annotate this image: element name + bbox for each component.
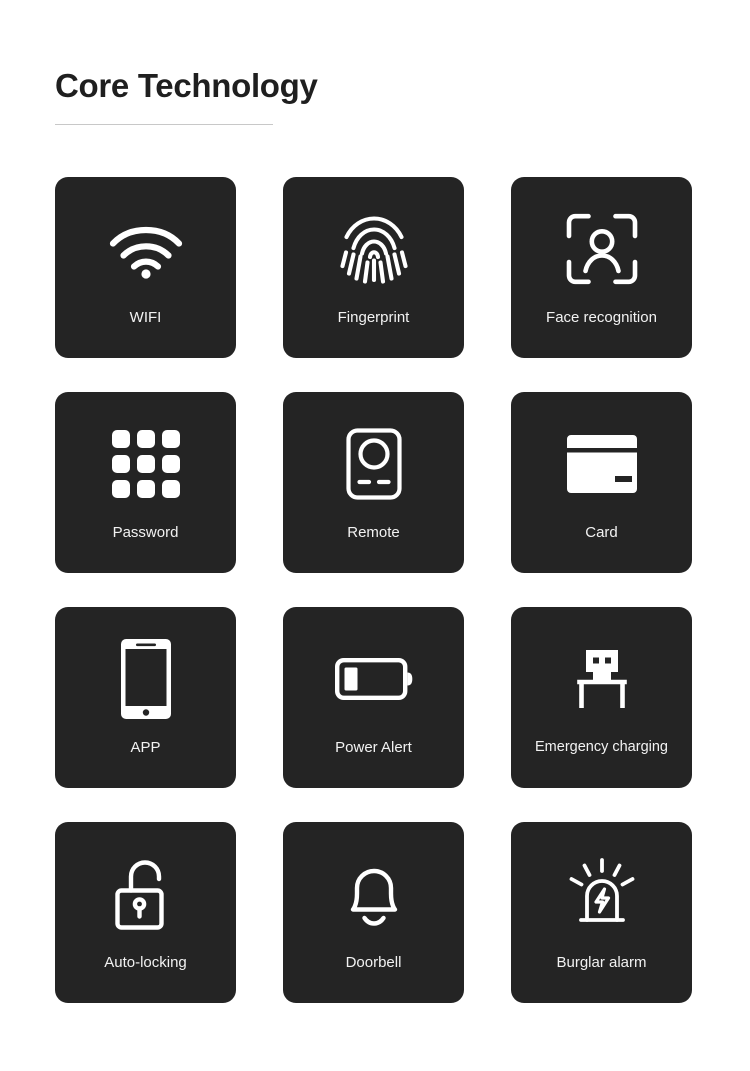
feature-label: Doorbell	[345, 954, 402, 971]
feature-tile-card[interactable]: Card	[511, 392, 692, 573]
feature-tile-app[interactable]: APP	[55, 607, 236, 788]
feature-tile-wifi[interactable]: WIFI	[55, 177, 236, 358]
feature-tile-password[interactable]: Password	[55, 392, 236, 573]
feature-label: Password	[112, 524, 179, 541]
title-divider	[55, 124, 273, 126]
bell-icon	[283, 844, 464, 944]
remote-control-icon	[283, 414, 464, 514]
page-title: Core Technology	[55, 67, 318, 104]
feature-label: Fingerprint	[337, 309, 410, 326]
feature-tile-emergency-charging[interactable]: Emergency charging	[511, 607, 692, 788]
feature-label: Auto-locking	[104, 954, 187, 971]
feature-tile-doorbell[interactable]: Doorbell	[283, 822, 464, 1003]
fingerprint-icon	[283, 199, 464, 299]
feature-label: Card	[585, 524, 618, 541]
feature-tile-burglar-alarm[interactable]: Burglar alarm	[511, 822, 692, 1003]
wifi-icon	[55, 199, 236, 299]
smartphone-icon	[55, 629, 236, 729]
feature-label: Power Alert	[335, 739, 412, 756]
open-padlock-icon	[55, 844, 236, 944]
feature-grid: WIFI Fingerprint Face recognition Passwo…	[55, 177, 695, 1003]
feature-tile-remote[interactable]: Remote	[283, 392, 464, 573]
feature-label: Emergency charging	[535, 739, 668, 755]
keypad-icon	[55, 414, 236, 514]
usb-plug-icon	[511, 629, 692, 729]
feature-label: APP	[130, 739, 161, 756]
face-recognition-icon	[511, 199, 692, 299]
card-icon	[511, 414, 692, 514]
feature-tile-auto-locking[interactable]: Auto-locking	[55, 822, 236, 1003]
siren-icon	[511, 844, 692, 944]
feature-label: Remote	[347, 524, 400, 541]
page-header: Core Technology	[55, 67, 695, 126]
feature-tile-face-recognition[interactable]: Face recognition	[511, 177, 692, 358]
core-technology-page: Core Technology WIFI Fingerprint Face re…	[0, 0, 750, 1071]
low-battery-icon	[283, 629, 464, 729]
feature-tile-fingerprint[interactable]: Fingerprint	[283, 177, 464, 358]
feature-label: Burglar alarm	[556, 954, 647, 971]
feature-tile-power-alert[interactable]: Power Alert	[283, 607, 464, 788]
feature-label: Face recognition	[546, 309, 657, 326]
feature-label: WIFI	[129, 309, 162, 326]
